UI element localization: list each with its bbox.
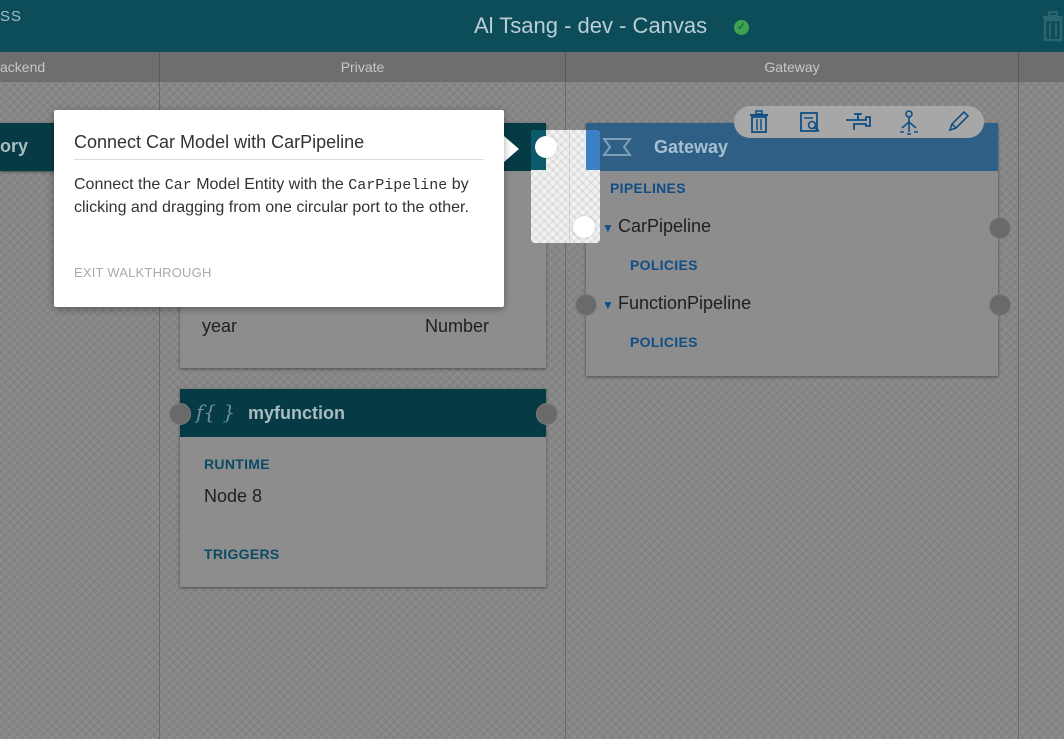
function-card[interactable]: f{ } myfunction RUNTIME Node 8 TRIGGERS xyxy=(180,389,546,587)
trash-icon[interactable] xyxy=(748,110,774,134)
carpipeline-output-port[interactable] xyxy=(989,217,1011,239)
pipelines-label: PIPELINES xyxy=(610,180,686,196)
runtime-label: RUNTIME xyxy=(204,456,270,472)
column-header-extra xyxy=(1019,52,1064,82)
runtime-value: Node 8 xyxy=(204,486,263,506)
function-name: myfunction xyxy=(248,403,345,423)
triggers-label: TRIGGERS xyxy=(204,546,280,562)
column-header-gateway: Gateway xyxy=(566,52,1019,82)
policies-label: POLICIES xyxy=(630,257,698,273)
function-output-port[interactable] xyxy=(536,403,558,425)
carpipeline-input-port[interactable] xyxy=(573,216,595,238)
pipeline-name[interactable]: FunctionPipeline xyxy=(618,293,751,314)
tooltip-code: Car xyxy=(164,177,192,194)
tooltip-divider xyxy=(74,159,484,160)
column-header-backend: ackend xyxy=(0,52,160,82)
column-header-private: Private xyxy=(160,52,566,82)
column-divider xyxy=(569,130,570,243)
function-input-port[interactable] xyxy=(169,403,191,425)
function-icon: f{ } xyxy=(196,400,236,424)
policies-label: POLICIES xyxy=(630,334,698,350)
pencil-icon[interactable] xyxy=(946,110,972,134)
caret-down-icon[interactable]: ▼ xyxy=(602,298,614,312)
caret-down-icon[interactable]: ▼ xyxy=(602,221,614,235)
document-search-icon[interactable] xyxy=(798,110,824,134)
tooltip-text: Connect the xyxy=(74,176,165,193)
app-header: SS Al Tsang - dev - Canvas ✓ xyxy=(0,0,1064,52)
gateway-icon xyxy=(602,135,632,164)
field-type: Number xyxy=(425,316,490,336)
tooltip-arrow xyxy=(504,136,519,162)
hierarchy-icon[interactable] xyxy=(896,110,922,135)
gateway-card[interactable]: Gateway PIPELINES ▼ CarPipeline POLICIES… xyxy=(586,123,998,376)
functionpipeline-output-port[interactable] xyxy=(989,294,1011,316)
faucet-icon[interactable] xyxy=(844,110,876,134)
walkthrough-tooltip: Connect Car Model with CarPipeline Conne… xyxy=(54,110,504,307)
gateway-toolbar xyxy=(734,106,984,138)
tooltip-code: CarPipeline xyxy=(348,177,448,194)
check-circle-icon: ✓ xyxy=(734,20,749,35)
walkthrough-spotlight xyxy=(531,130,600,243)
gateway-title: Gateway xyxy=(654,137,729,157)
pipeline-name[interactable]: CarPipeline xyxy=(618,216,711,237)
functionpipeline-input-port[interactable] xyxy=(575,294,597,316)
tooltip-text: Model Entity with the xyxy=(191,176,349,193)
backend-card-title: ory xyxy=(0,136,29,156)
car-entity-port[interactable] xyxy=(535,136,557,158)
field-name: year xyxy=(202,316,238,336)
exit-walkthrough-button[interactable]: EXIT WALKTHROUGH xyxy=(74,265,212,280)
tooltip-title: Connect Car Model with CarPipeline xyxy=(74,132,365,152)
tooltip-body: Connect the Car Model Entity with the Ca… xyxy=(74,174,484,219)
page-title: Al Tsang - dev - Canvas xyxy=(474,13,708,38)
function-card-header[interactable]: f{ } myfunction xyxy=(180,389,546,437)
trash-icon[interactable] xyxy=(1040,10,1064,47)
brand-text: SS xyxy=(0,8,23,25)
gateway-header-fragment xyxy=(586,130,600,170)
backend-card[interactable]: ory xyxy=(0,123,56,171)
extra-column xyxy=(1019,82,1064,739)
